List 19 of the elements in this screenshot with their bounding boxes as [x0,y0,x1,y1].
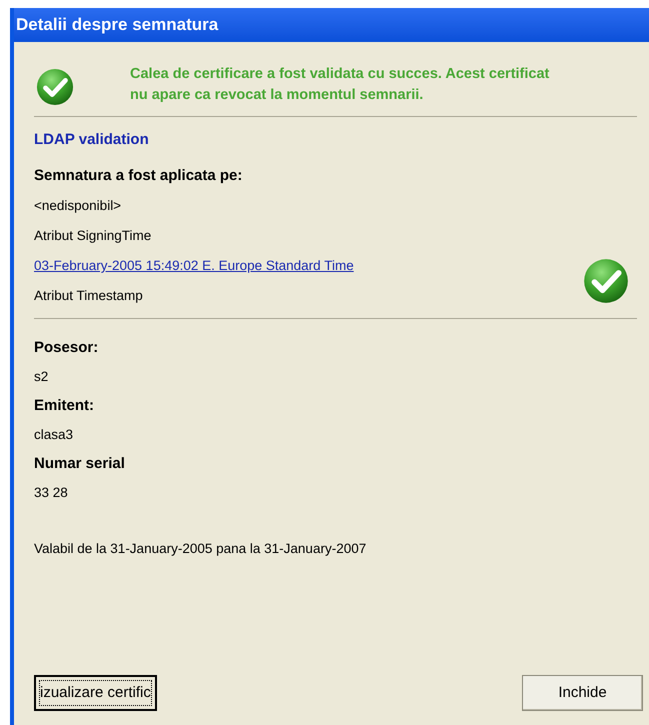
section-heading: LDAP validation [34,130,150,150]
field-value: Atribut Timestamp [34,287,144,305]
field-value: <nedisponibil> [34,197,122,215]
timestamp-link[interactable]: 03-February-2005 15:49:02 E. Europe Standard Time [34,256,354,276]
validation-message: Calea de certificare a fost validata cu succes. Acest certificat nu apare ca revocat la momentul semnarii. [130,65,550,105]
close-button[interactable]: Inchide [522,675,643,711]
field-label: Numar serial [34,454,126,474]
field-label: Posesor: [34,338,100,358]
window-title: Detalii despre semnatura [16,14,218,36]
field-value: Atribut SigningTime [34,227,152,245]
validity-text: Valabil de la 31-January-2005 pana la 31-January-2007 [34,540,368,558]
field-value: 33 28 [34,484,69,502]
field-label: Emitent: [34,396,95,416]
field-value: s2 [34,368,50,386]
view-certificate-button[interactable]: izualizare certific [34,675,157,711]
success-check-icon [583,258,629,304]
field-value: clasa3 [34,426,74,444]
success-check-icon [36,68,74,106]
field-label: Semnatura a fost aplicata pe: [34,166,244,186]
